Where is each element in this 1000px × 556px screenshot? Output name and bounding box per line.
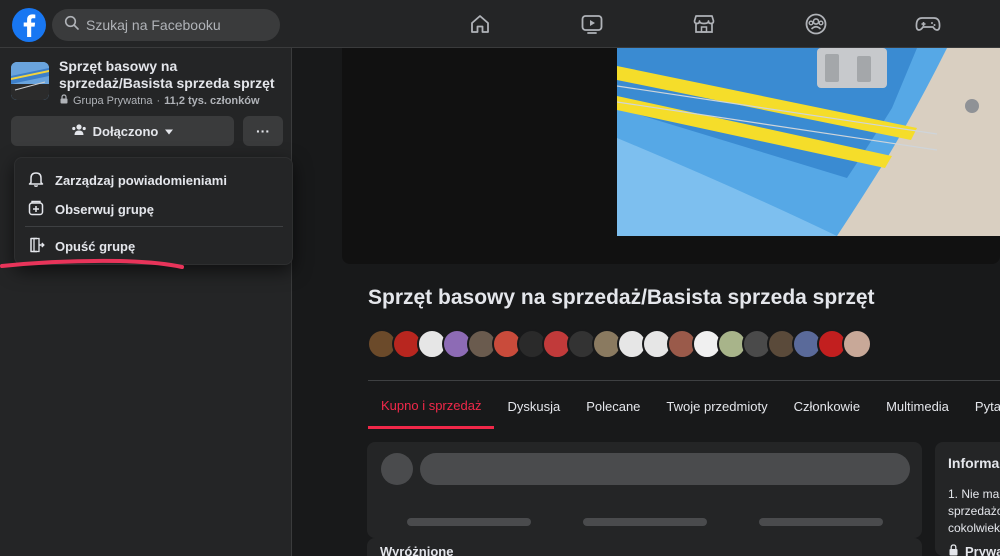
info-line: 1. Nie ma (948, 487, 1000, 501)
group-cover-photo[interactable] (342, 48, 1000, 264)
group-options-menu: Zarządzaj powiadomieniami Obserwuj grupę… (14, 157, 293, 265)
page-title: Sprzęt basowy na sprzedaż/Basista sprzed… (368, 286, 875, 309)
member-avatars[interactable] (367, 329, 872, 359)
tab-members[interactable]: Członkowie (781, 384, 873, 428)
skeleton-input (420, 453, 910, 485)
info-title: Informacje (948, 455, 1000, 471)
group-thumbnail[interactable] (11, 62, 49, 100)
group-info-card: Informacje 1. Nie ma sprzedażo cokolwiek… (935, 442, 1000, 556)
post-composer-skeleton (367, 442, 922, 538)
search-box[interactable] (52, 9, 280, 41)
skeleton-action (759, 518, 883, 526)
tab-media[interactable]: Multimedia (873, 384, 962, 428)
caret-down-icon (164, 124, 174, 139)
follow-icon (27, 199, 45, 220)
menu-item-label: Zarządzaj powiadomieniami (55, 172, 227, 188)
featured-label: Wyróżnione (380, 544, 454, 556)
bell-icon (27, 170, 45, 191)
lock-icon (59, 94, 69, 107)
tab-label: Polecane (586, 398, 641, 414)
tab-label: Multimedia (886, 398, 949, 414)
group-members-count[interactable]: 11,2 tys. członków (164, 95, 259, 107)
group-name[interactable]: Sprzęt basowy na sprzedaż/Basista sprzed… (59, 58, 284, 92)
group-meta: Grupa Prywatna · 11,2 tys. członków (59, 94, 260, 107)
search-icon (64, 15, 80, 36)
search-input[interactable] (86, 17, 276, 33)
home-icon[interactable] (460, 9, 500, 39)
tab-label: Twoje przedmioty (666, 398, 768, 414)
joined-label: Dołączono (92, 123, 159, 139)
tab-questions[interactable]: Pytania (962, 384, 1000, 428)
lock-icon (948, 544, 959, 556)
info-privacy-label: Prywatna (965, 544, 1000, 556)
tab-label: Dyskusja (507, 398, 561, 414)
people-icon (71, 123, 87, 140)
bass-guitar-photo (617, 48, 1000, 236)
tabs-divider (368, 380, 1000, 381)
skeleton-avatar (381, 453, 413, 485)
joined-button[interactable]: Dołączono (11, 116, 234, 146)
menu-divider (25, 226, 283, 227)
tab-your-items[interactable]: Twoje przedmioty (653, 384, 780, 428)
group-privacy: Grupa Prywatna (73, 94, 153, 107)
info-description: 1. Nie ma sprzedażo cokolwiek (948, 486, 1000, 537)
skeleton-action (407, 518, 531, 526)
marketplace-icon[interactable] (684, 9, 724, 39)
tab-label: Pytania (974, 398, 1000, 414)
watch-icon[interactable] (572, 9, 612, 39)
info-privacy: Prywatna (948, 544, 1000, 556)
groups-icon[interactable] (796, 9, 836, 39)
group-tabs: Kupno i sprzedaż Dyskusja Polecane Twoje… (368, 384, 1000, 430)
tab-discussion[interactable]: Dyskusja (494, 384, 573, 428)
menu-item-label: Obserwuj grupę (55, 201, 154, 217)
menu-item-follow[interactable]: Obserwuj grupę (23, 195, 287, 223)
menu-item-notifications[interactable]: Zarządzaj powiadomieniami (23, 166, 287, 194)
meta-separator: · (156, 94, 161, 107)
facebook-logo-icon[interactable] (12, 8, 46, 42)
tab-featured[interactable]: Polecane (573, 384, 653, 428)
more-options-label: ··· (256, 123, 270, 139)
info-line: cokolwiek (948, 521, 1000, 535)
gaming-icon[interactable] (908, 9, 948, 39)
red-underline-annotation (0, 258, 184, 269)
more-options-button[interactable]: ··· (243, 116, 283, 146)
top-bar (0, 0, 1000, 48)
skeleton-action (583, 518, 707, 526)
member-avatar[interactable] (842, 329, 872, 359)
featured-section: Wyróżnione (367, 538, 922, 556)
tab-label: Kupno i sprzedaż (381, 397, 482, 413)
tab-buy-sell[interactable]: Kupno i sprzedaż (368, 384, 495, 429)
tab-label: Członkowie (793, 398, 861, 414)
info-line: sprzedażo (948, 504, 1000, 518)
